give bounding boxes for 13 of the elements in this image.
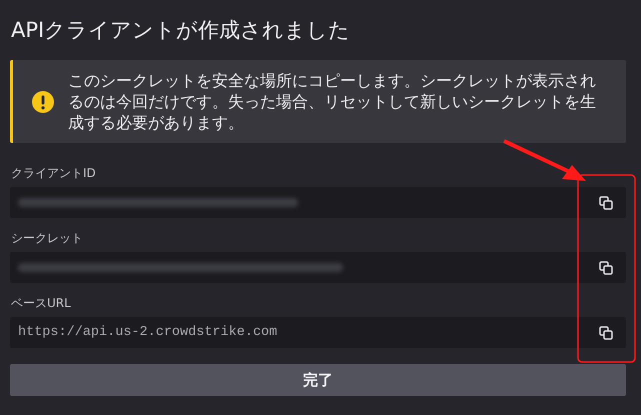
alert-message: このシークレットを安全な場所にコピーします。シークレットが表示されるのは今回だけです。失った場合、リセットして新しいシークレットを生成する必要があります。 [68, 70, 597, 133]
dialog-title: APIクライアントが作成されました [11, 17, 350, 44]
done-button[interactable]: 完了 [10, 364, 626, 396]
warning-icon [32, 90, 54, 112]
field-label: クライアントID [11, 165, 96, 182]
input-field[interactable] [10, 187, 626, 218]
input-field[interactable] [10, 252, 626, 283]
copy-icon [599, 326, 613, 340]
copy-icon [599, 260, 613, 274]
input-field[interactable]: https://api.us-2.crowdstrike.com [10, 317, 626, 348]
field-label: シークレット [11, 230, 83, 247]
field-label: ベースURL [11, 295, 71, 312]
copy-icon [599, 196, 613, 210]
